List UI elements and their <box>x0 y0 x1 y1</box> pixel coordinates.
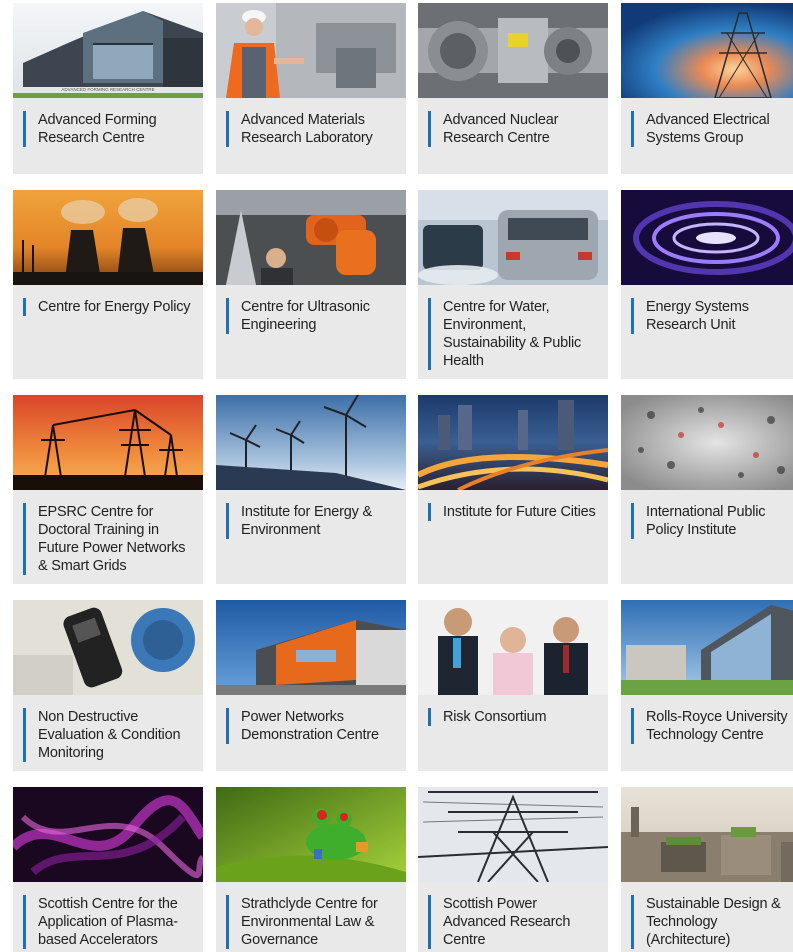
card-non-destructive-evaluation[interactable]: Non Destructive Evaluation & Condition M… <box>13 600 203 771</box>
card-centre-for-ultrasonic-engineering[interactable]: Centre for Ultrasonic Engineering <box>216 190 406 379</box>
label-accent: Advanced Forming Research Centre <box>23 111 195 147</box>
card-label: EPSRC Centre for Doctoral Training in Fu… <box>38 504 186 574</box>
modern-glass-building-photo: ADVANCED FORMING RESEARCH CENTRE <box>13 3 203 98</box>
card-label: Scottish Power Advanced Research Centre <box>443 896 571 948</box>
label-accent: Strathclyde Centre for Environmental Law… <box>226 895 398 949</box>
card-label: Non Destructive Evaluation & Condition M… <box>38 709 181 761</box>
label-accent: Advanced Nuclear Research Centre <box>428 111 600 147</box>
card-label: Scottish Centre for the Application of P… <box>38 896 178 948</box>
card-advanced-materials-research-laboratory[interactable]: Advanced Materials Research Laboratory <box>216 3 406 174</box>
card-label: International Public Policy Institute <box>646 504 766 538</box>
label-accent: Sustainable Design & Technology (Archite… <box>631 895 793 949</box>
city-rooftops-photo <box>621 787 793 882</box>
label-accent: Energy Systems Research Unit <box>631 298 793 334</box>
label-accent: Institute for Energy & Environment <box>226 503 398 539</box>
card-label: Centre for Water, Environment, Sustainab… <box>443 299 582 369</box>
orange-building-blue-sky-photo <box>216 600 406 695</box>
business-people-meeting-photo <box>418 600 608 695</box>
card-international-public-policy-institute[interactable]: International Public Policy Institute <box>621 395 793 584</box>
card-label: Energy Systems Research Unit <box>646 299 749 333</box>
card-label: Advanced Electrical Systems Group <box>646 112 770 146</box>
traffic-jam-exhaust-photo <box>418 190 608 285</box>
label-accent: Centre for Water, Environment, Sustainab… <box>428 298 600 370</box>
green-tree-frog-photo <box>216 787 406 882</box>
crowd-motion-blur-photo <box>621 395 793 490</box>
wind-turbines-solar-photo <box>216 395 406 490</box>
card-label: Risk Consortium <box>443 709 547 725</box>
card-label: Advanced Materials Research Laboratory <box>241 112 373 146</box>
modern-campus-building-photo <box>621 600 793 695</box>
label-accent: Advanced Electrical Systems Group <box>631 111 793 147</box>
label-accent: Institute for Future Cities <box>428 503 600 521</box>
card-centre-for-energy-policy[interactable]: Centre for Energy Policy <box>13 190 203 379</box>
card-label: Power Networks Demonstration Centre <box>241 709 379 743</box>
label-accent: EPSRC Centre for Doctoral Training in Fu… <box>23 503 195 575</box>
label-accent: Scottish Power Advanced Research Centre <box>428 895 600 949</box>
card-label: Advanced Nuclear Research Centre <box>443 112 559 146</box>
label-accent: International Public Policy Institute <box>631 503 793 539</box>
label-accent: Risk Consortium <box>428 708 600 726</box>
label-accent: Rolls-Royce University Technology Centre <box>631 708 793 744</box>
label-accent: Power Networks Demonstration Centre <box>226 708 398 744</box>
motor-sensor-device-photo <box>13 600 203 695</box>
pylon-sunset-blue-photo <box>621 3 793 98</box>
transmission-tower-photo <box>418 787 608 882</box>
card-label: Advanced Forming Research Centre <box>38 112 157 146</box>
card-strathclyde-centre-environmental-law[interactable]: Strathclyde Centre for Environmental Law… <box>216 787 406 952</box>
lab-worker-hardhat-photo <box>216 3 406 98</box>
card-institute-for-energy-environment[interactable]: Institute for Energy & Environment <box>216 395 406 584</box>
card-label: Centre for Energy Policy <box>38 299 191 315</box>
card-advanced-electrical-systems-group[interactable]: Advanced Electrical Systems Group <box>621 3 793 174</box>
card-sustainable-design-technology[interactable]: Sustainable Design & Technology (Archite… <box>621 787 793 952</box>
label-accent: Scottish Centre for the Application of P… <box>23 895 195 949</box>
card-rolls-royce-utc[interactable]: Rolls-Royce University Technology Centre <box>621 600 793 771</box>
card-power-networks-demonstration-centre[interactable]: Power Networks Demonstration Centre <box>216 600 406 771</box>
substation-orange-sky-photo <box>13 395 203 490</box>
card-advanced-nuclear-research-centre[interactable]: Advanced Nuclear Research Centre <box>418 3 608 174</box>
label-accent: Centre for Energy Policy <box>23 298 195 316</box>
card-label: Institute for Future Cities <box>443 504 596 520</box>
card-scottish-centre-plasma-accelerators[interactable]: Scottish Centre for the Application of P… <box>13 787 203 952</box>
card-label: Institute for Energy & Environment <box>241 504 372 538</box>
label-accent: Non Destructive Evaluation & Condition M… <box>23 708 195 762</box>
card-institute-for-future-cities[interactable]: Institute for Future Cities <box>418 395 608 584</box>
card-label: Centre for Ultrasonic Engineering <box>241 299 370 333</box>
card-epsrc-centre-doctoral-training[interactable]: EPSRC Centre for Doctoral Training in Fu… <box>13 395 203 584</box>
card-label: Rolls-Royce University Technology Centre <box>646 709 788 743</box>
card-label: Sustainable Design & Technology (Archite… <box>646 896 781 948</box>
building-sign-text: ADVANCED FORMING RESEARCH CENTRE <box>61 87 154 92</box>
orange-robot-arm-photo <box>216 190 406 285</box>
card-risk-consortium[interactable]: Risk Consortium <box>418 600 608 771</box>
research-centres-grid: ADVANCED FORMING RESEARCH CENTRE Advance… <box>0 0 793 952</box>
power-station-cooling-towers-photo <box>13 190 203 285</box>
card-advanced-forming-research-centre[interactable]: ADVANCED FORMING RESEARCH CENTRE Advance… <box>13 3 203 174</box>
magenta-plasma-wisps-photo <box>13 787 203 882</box>
label-accent: Advanced Materials Research Laboratory <box>226 111 398 147</box>
city-highway-night-photo <box>418 395 608 490</box>
card-scottish-power-advanced-research-centre[interactable]: Scottish Power Advanced Research Centre <box>418 787 608 952</box>
card-label: Strathclyde Centre for Environmental Law… <box>241 896 378 948</box>
label-accent: Centre for Ultrasonic Engineering <box>226 298 398 334</box>
card-centre-for-water-environment[interactable]: Centre for Water, Environment, Sustainab… <box>418 190 608 379</box>
card-energy-systems-research-unit[interactable]: Energy Systems Research Unit <box>621 190 793 379</box>
purple-plasma-ring-photo <box>621 190 793 285</box>
metal-pipe-machinery-photo <box>418 3 608 98</box>
